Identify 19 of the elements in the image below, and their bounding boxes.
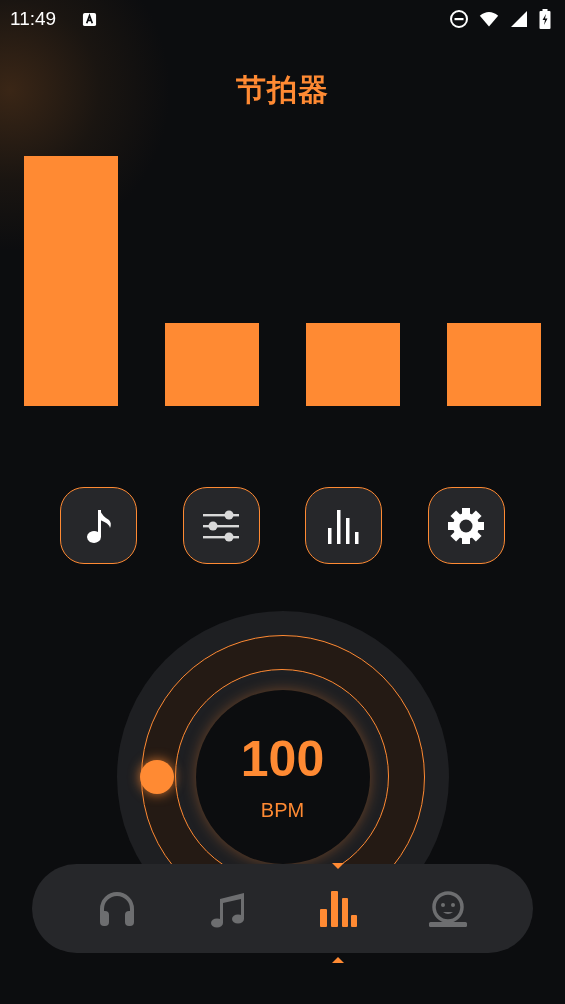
battery-icon [539,9,551,29]
pointer-icon [331,956,344,963]
bars-icon [317,888,358,929]
sound-button[interactable] [60,487,137,564]
smiley-icon [427,888,468,929]
settings-icon [446,505,487,546]
do-not-disturb-icon [449,9,469,29]
equalizer-button[interactable] [305,487,383,564]
settings-button[interactable] [427,487,505,564]
dial-knob[interactable] [139,760,174,794]
app-title: 节拍器 [235,71,330,109]
pointer-icon [331,862,344,869]
wifi-icon [479,9,499,29]
tempo-unit: BPM [260,799,305,822]
status-time: 11:49 [10,8,57,30]
signal-icon [509,9,529,29]
keyboard-icon [82,11,98,27]
adjust-button[interactable] [182,487,260,564]
tempo-value: 100 [240,730,325,789]
